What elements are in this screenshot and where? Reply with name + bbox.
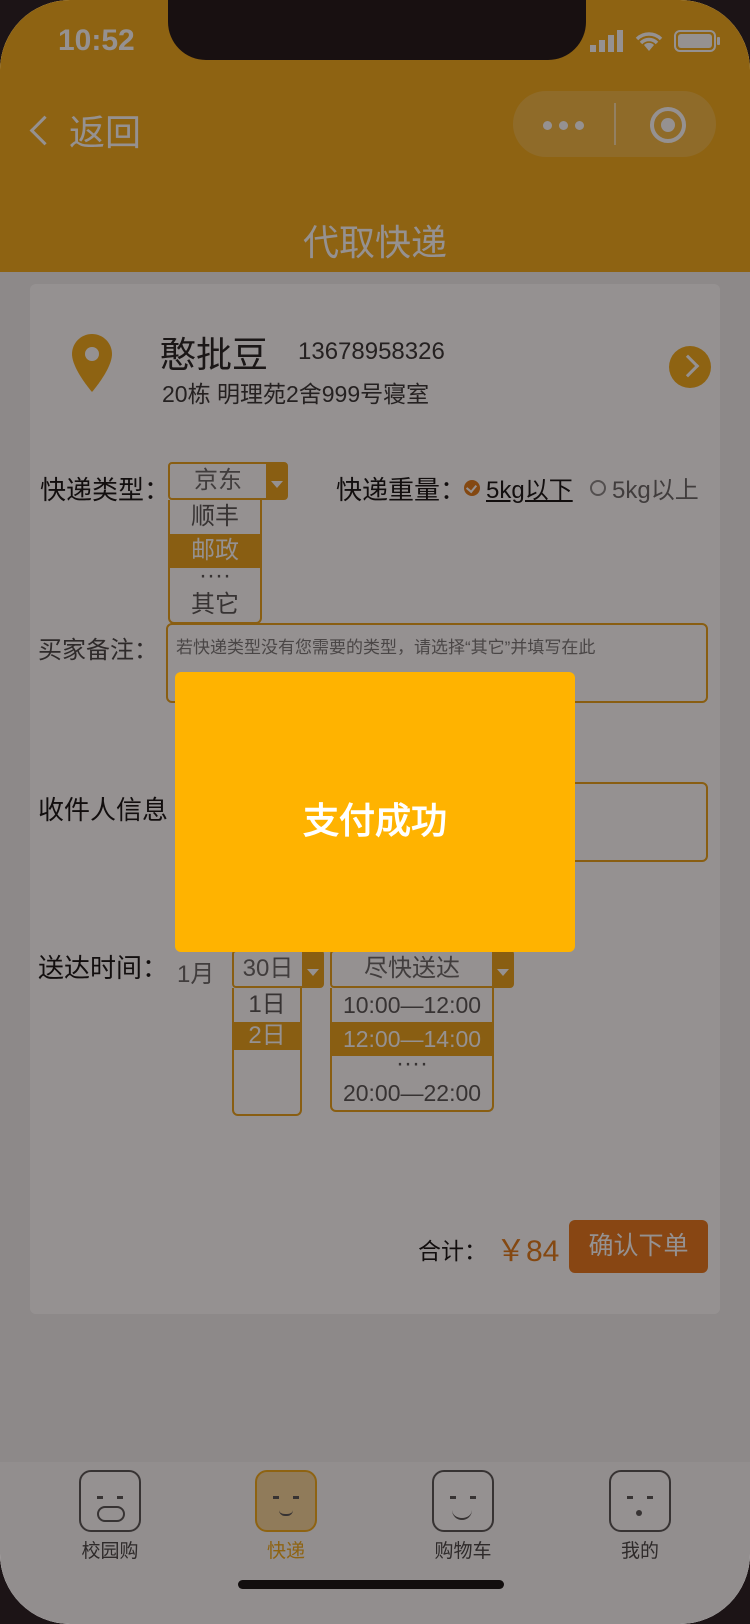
toast-message: 支付成功 (302, 800, 447, 841)
payment-success-toast: 支付成功 (175, 672, 575, 952)
phone-screen: 10:52 返回 代取快递 憨批豆 13678958326 20栋 明理苑2舍9… (0, 0, 750, 1624)
